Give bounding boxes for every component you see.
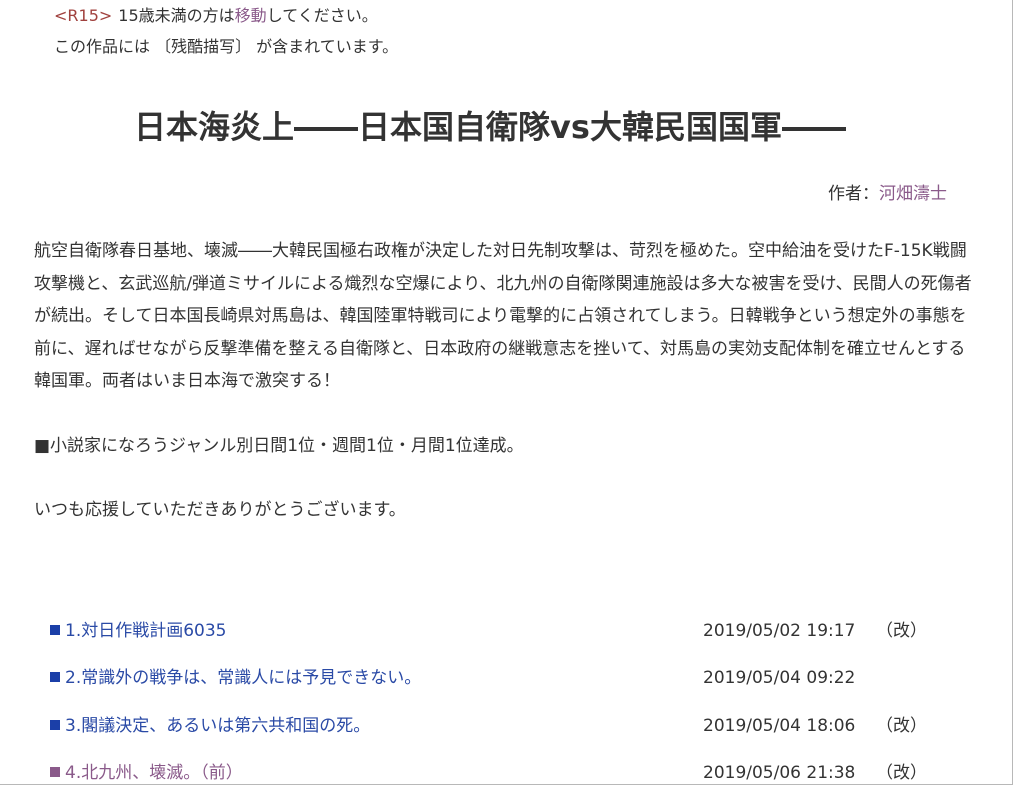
chapter-row: 4.北九州、壊滅。（前） 2019/05/06 21:38 （改） [50, 759, 930, 786]
author-line: 作者：河畑濤士 [828, 183, 947, 205]
chapter-date: 2019/05/04 18:06 [703, 715, 856, 736]
author-link[interactable]: 河畑濤士 [879, 184, 947, 204]
synopsis: 航空自衛隊春日基地、壊滅――大韓民国極右政権が決定した対日先制攻撃は、苛烈を極め… [34, 235, 974, 527]
chapter-row: 3.閣議決定、あるいは第六共和国の死。 2019/05/04 18:06 （改） [50, 712, 930, 759]
synopsis-paragraph: 航空自衛隊春日基地、壊滅――大韓民国極右政権が決定した対日先制攻撃は、苛烈を極め… [34, 241, 972, 391]
chapter-title: 3.閣議決定、あるいは第六共和国の死。 [65, 715, 371, 736]
square-bullet-icon [50, 672, 60, 683]
r15-rating-badge: <R15> [54, 6, 113, 25]
chapter-title: 4.北九州、壊滅。（前） [65, 762, 243, 783]
chapter-date: 2019/05/02 19:17 [703, 621, 856, 641]
chapter-list: 1.対日作戦計画6035 2019/05/02 19:17 （改） 2.常識外の… [50, 617, 930, 786]
chapter-date: 2019/05/06 21:38 [703, 762, 856, 783]
chapter-row: 2.常識外の戦争は、常識人には予見できない。 2019/05/04 09:22 [50, 664, 930, 711]
synopsis-ranking-note: ■小説家になろうジャンル別日間1位・週間1位・月間1位達成。 [34, 435, 524, 456]
chapter-row: 1.対日作戦計画6035 2019/05/02 19:17 （改） [50, 617, 930, 664]
chapter-date: 2019/05/04 09:22 [703, 668, 856, 689]
revised-marker: （改） [876, 715, 927, 736]
synopsis-thanks: いつも応援していただきありがとうございます。 [34, 500, 406, 520]
chapter-title: 2.常識外の戦争は、常識人には予見できない。 [65, 668, 422, 689]
age-notice-text-before: 15歳未満の方は [118, 6, 235, 25]
age-notice-text-after: してください。 [266, 6, 378, 25]
content-warning: この作品には 〔残酷描写〕 が含まれています。 [54, 37, 399, 56]
square-bullet-icon [50, 766, 60, 777]
chapter-link[interactable]: 4.北九州、壊滅。（前） [50, 763, 243, 783]
revised-marker: （改） [876, 621, 927, 641]
age-notice: <R15> 15歳未満の方は移動してください。 [54, 6, 378, 26]
square-bullet-icon [50, 625, 60, 635]
author-label: 作者： [828, 184, 879, 204]
square-bullet-icon [50, 719, 60, 730]
move-link[interactable]: 移動 [235, 6, 267, 25]
chapter-title: 1.対日作戦計画6035 [65, 621, 227, 641]
novel-title: 日本海炎上――日本国自衛隊vs大韓民国国軍―― [134, 108, 846, 146]
chapter-link[interactable]: 1.対日作戦計画6035 [50, 621, 226, 641]
chapter-link[interactable]: 2.常識外の戦争は、常識人には予見できない。 [50, 668, 421, 688]
revised-marker: （改） [876, 762, 927, 783]
chapter-link[interactable]: 3.閣議決定、あるいは第六共和国の死。 [50, 716, 370, 736]
